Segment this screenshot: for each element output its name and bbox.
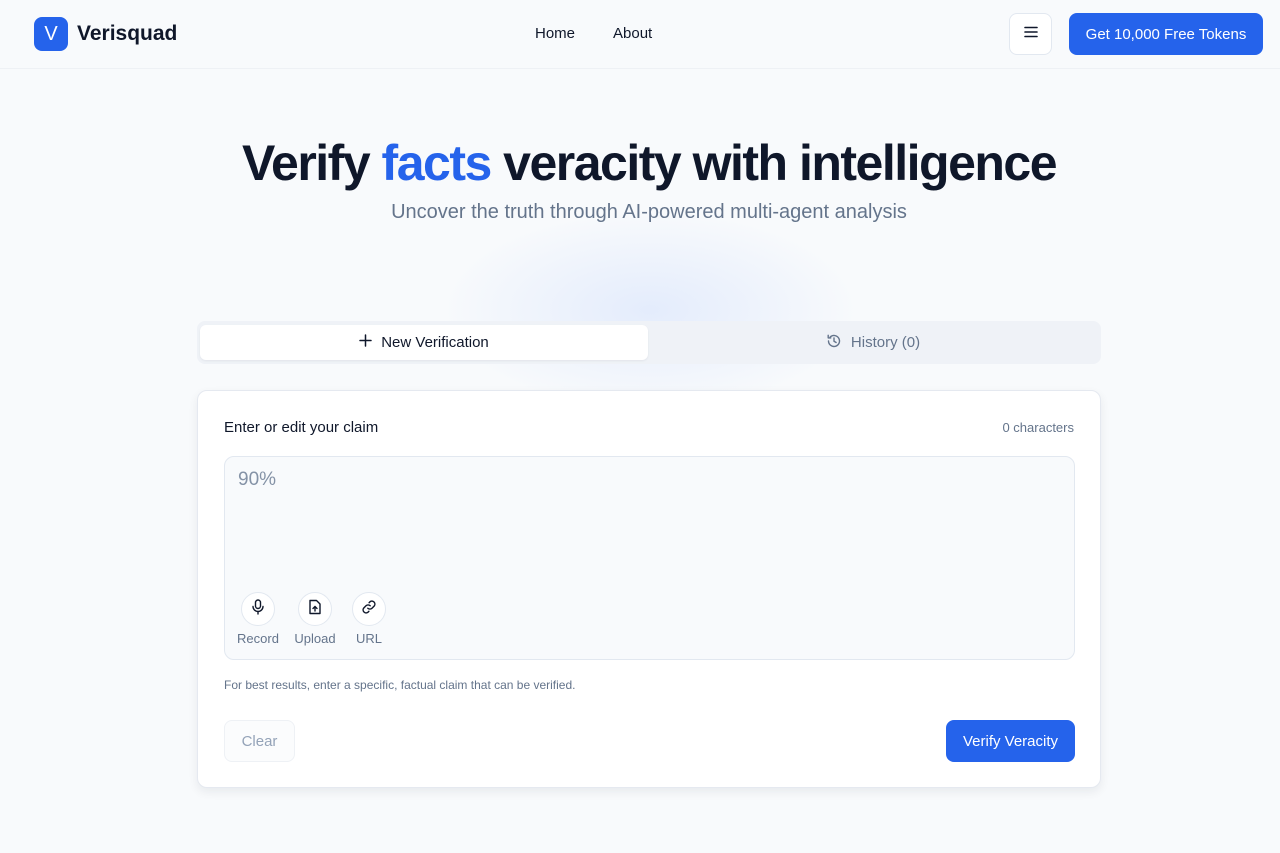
verify-veracity-button[interactable]: Verify Veracity [946,720,1075,762]
hero-subtitle: Uncover the truth through AI-powered mul… [391,201,907,223]
hero-title-end: veracity with intelligence [490,135,1057,191]
tab-label: History (0) [850,334,921,351]
record-icon-circle [241,592,275,626]
menu-button[interactable] [1009,13,1052,55]
microphone-icon [251,598,265,620]
nav-about-link[interactable]: About [613,25,652,42]
logo-mark: V [34,17,68,51]
tab-history[interactable]: History (0) [649,325,1097,360]
tab-label: New Verification [381,334,489,351]
url-label: URL [355,631,382,646]
claim-input-area: Record Upload URL [224,456,1075,660]
url-button[interactable]: URL [339,592,399,646]
tab-new-verification[interactable]: New Verification [200,325,648,360]
nav-home-link[interactable]: Home [535,25,575,42]
hamburger-menu-icon [1023,25,1038,43]
file-upload-icon [308,599,322,620]
hero-title: Verify facts veracity with intelligence [0,134,1280,192]
verification-tabs: New Verification History (0) [197,321,1101,364]
claim-textarea[interactable] [225,457,1074,577]
plus-icon [359,334,381,351]
link-icon [361,599,377,620]
upload-button[interactable]: Upload [285,592,345,646]
record-label: Record [237,631,279,646]
url-icon-circle [352,592,386,626]
history-icon [826,333,851,353]
clear-button[interactable]: Clear [224,720,295,762]
top-navbar: V Verisquad Home About Get 10,000 Free T… [0,0,1280,69]
claim-hint: For best results, enter a specific, fact… [224,678,576,692]
claim-form-card: Enter or edit your claim 0 characters Re… [197,390,1101,788]
record-button[interactable]: Record [228,592,288,646]
claim-label: Enter or edit your claim [224,419,379,436]
background-glow [440,210,860,410]
brand-logo[interactable]: V Verisquad [34,17,177,51]
upload-label: Upload [294,631,336,646]
get-free-tokens-button[interactable]: Get 10,000 Free Tokens [1069,13,1263,55]
upload-icon-circle [298,592,332,626]
character-count: 0 characters [1002,420,1074,435]
hero-title-start: Verify [241,135,382,191]
brand-name: Verisquad [77,22,178,45]
hero-title-accent: facts [381,135,493,191]
